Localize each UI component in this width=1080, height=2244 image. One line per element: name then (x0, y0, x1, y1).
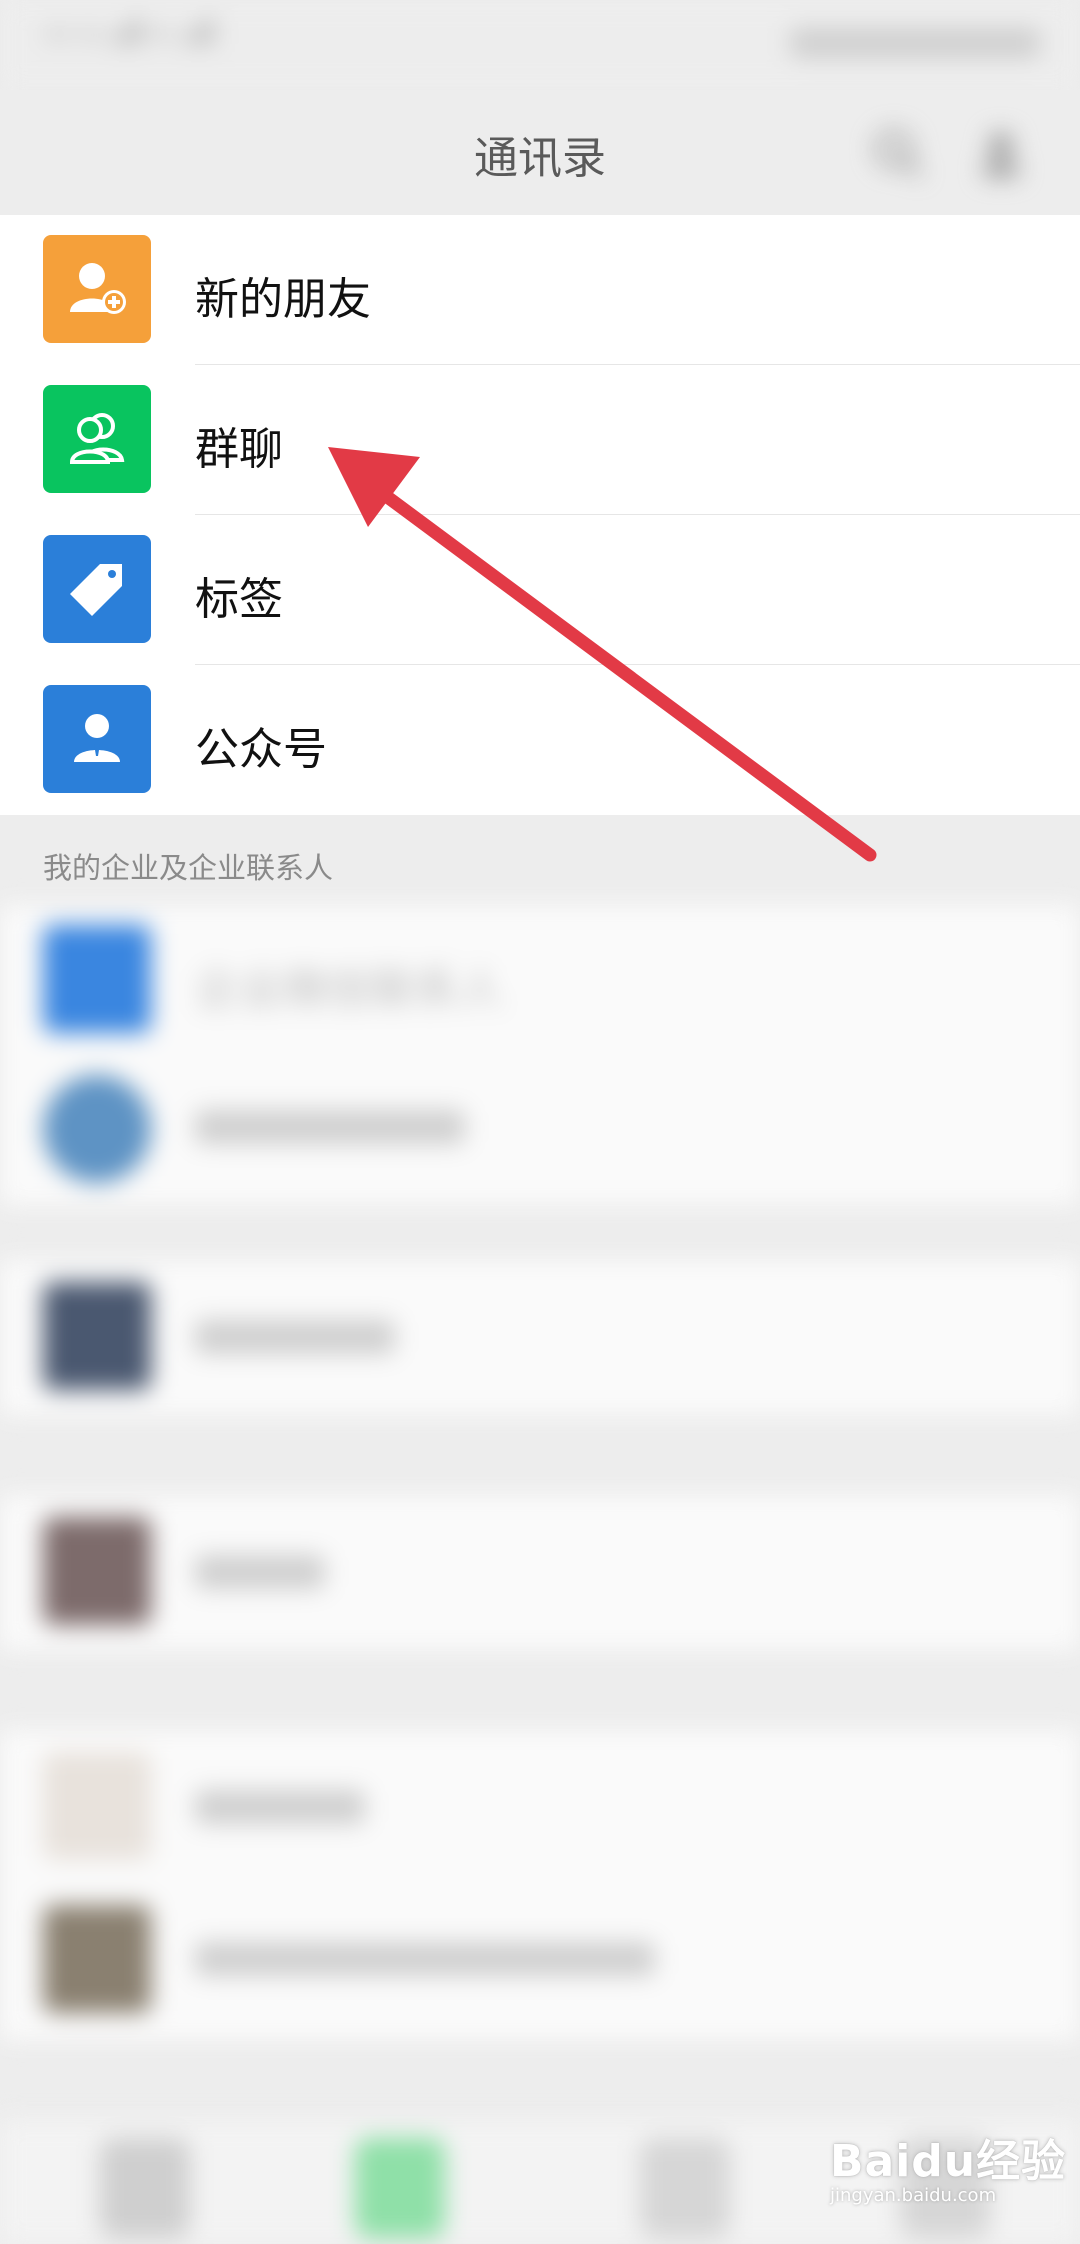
enterprise-group: 企业微信联系人 (0, 905, 1080, 1205)
add-friend-icon (43, 235, 151, 343)
network-label-2: 4G (150, 25, 174, 44)
list-item[interactable] (195, 1110, 465, 1144)
watermark-brand: Baidu经验 (830, 2136, 1067, 2187)
group-chat-item[interactable]: 群聊 (0, 365, 1080, 515)
tab-chats[interactable] (100, 2138, 190, 2238)
official-accounts-label: 公众号 (195, 724, 327, 775)
tags-label: 标签 (195, 574, 283, 625)
add-contact-button[interactable] (975, 125, 1031, 181)
signal-icon (111, 18, 141, 44)
signal-icon-2 (183, 18, 213, 44)
list-item[interactable] (195, 1942, 655, 1976)
search-button[interactable] (870, 125, 926, 181)
enterprise-section-header: 我的企业及企业联系人 (0, 817, 1080, 905)
official-account-icon (43, 685, 151, 793)
add-person-icon (983, 133, 1019, 177)
avatar (43, 1905, 151, 2013)
status-icons (790, 28, 1040, 58)
contacts-menu: 新的朋友 群聊 标签 公众号 (0, 215, 1080, 815)
avatar (43, 1517, 151, 1625)
group-chat-icon (43, 385, 151, 493)
contact-row[interactable] (0, 1260, 1080, 1415)
enterprise-section-label: 我的企业及企业联系人 (43, 851, 334, 885)
list-item (195, 1320, 395, 1354)
list-item (195, 1555, 325, 1589)
hd-badge: HD (45, 25, 70, 44)
tag-icon (43, 535, 151, 643)
avatar (43, 1282, 151, 1390)
wework-icon (43, 925, 151, 1033)
network-label-1: 4G (79, 25, 102, 44)
official-accounts-item[interactable]: 公众号 (0, 665, 1080, 815)
tab-discover[interactable] (640, 2138, 730, 2238)
tab-contacts[interactable] (355, 2138, 445, 2238)
tags-item[interactable]: 标签 (0, 515, 1080, 665)
search-icon (875, 130, 922, 177)
contact-row[interactable] (0, 1495, 1080, 1650)
watermark: Baidu经验 jingyan.baidu.com (830, 2125, 1066, 2206)
new-friends-label: 新的朋友 (195, 274, 371, 325)
group-chat-label: 群聊 (195, 424, 283, 475)
contacts-list-blurred: 企业微信联系人 (0, 905, 1080, 2150)
list-item[interactable] (195, 1790, 365, 1824)
avatar (43, 1075, 151, 1183)
contact-group (0, 1730, 1080, 2040)
wework-contacts-label[interactable]: 企业微信联系人 (195, 953, 503, 1017)
header: 通讯录 (0, 90, 1080, 215)
new-friends-item[interactable]: 新的朋友 (0, 215, 1080, 365)
status-bar: HD 4G 4G (0, 0, 1080, 90)
avatar (43, 1752, 151, 1860)
